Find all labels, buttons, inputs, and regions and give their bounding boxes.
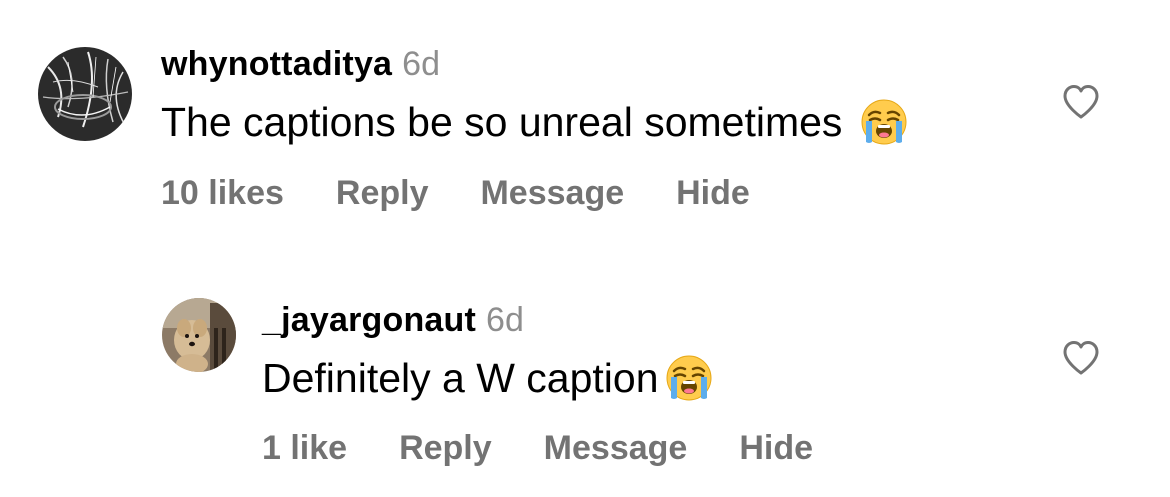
comment-actions: 1 like Reply Message Hide	[262, 428, 865, 468]
timestamp: 6d	[402, 45, 440, 83]
comment-actions: 10 likes Reply Message Hide	[161, 173, 802, 213]
avatar[interactable]	[162, 298, 236, 372]
comment-text: The captions be so unreal sometimes	[161, 98, 908, 146]
username[interactable]: _jayargonaut	[262, 301, 476, 339]
reply-button[interactable]: Reply	[336, 173, 429, 213]
avatar[interactable]	[38, 47, 132, 141]
comment-body: The captions be so unreal sometimes	[161, 99, 843, 145]
likes-count[interactable]: 10 likes	[161, 173, 284, 213]
comment-body: Definitely a W caption	[262, 355, 659, 401]
comment-1: whynottaditya 6d The captions be so unrea…	[0, 0, 1170, 240]
comment-text: Definitely a W caption	[262, 354, 713, 402]
timestamp: 6d	[486, 301, 524, 339]
comment-meta: whynottaditya 6d	[161, 44, 440, 84]
loudly-crying-face-icon	[665, 354, 713, 402]
avatar-dog-photo	[162, 298, 236, 372]
loudly-crying-face-icon	[860, 98, 908, 146]
username[interactable]: whynottaditya	[161, 45, 392, 83]
heart-outline-icon[interactable]	[1062, 84, 1100, 120]
hide-button[interactable]: Hide	[739, 428, 813, 468]
hide-button[interactable]: Hide	[676, 173, 750, 213]
avatar-sketch-art	[38, 47, 132, 141]
message-button[interactable]: Message	[544, 428, 688, 468]
reply-button[interactable]: Reply	[399, 428, 492, 468]
comment-meta: _jayargonaut 6d	[262, 300, 524, 340]
likes-count[interactable]: 1 like	[262, 428, 347, 468]
heart-outline-icon[interactable]	[1062, 340, 1100, 376]
comment-2: _jayargonaut 6d Definitely a W caption 1 …	[0, 240, 1170, 497]
message-button[interactable]: Message	[480, 173, 624, 213]
